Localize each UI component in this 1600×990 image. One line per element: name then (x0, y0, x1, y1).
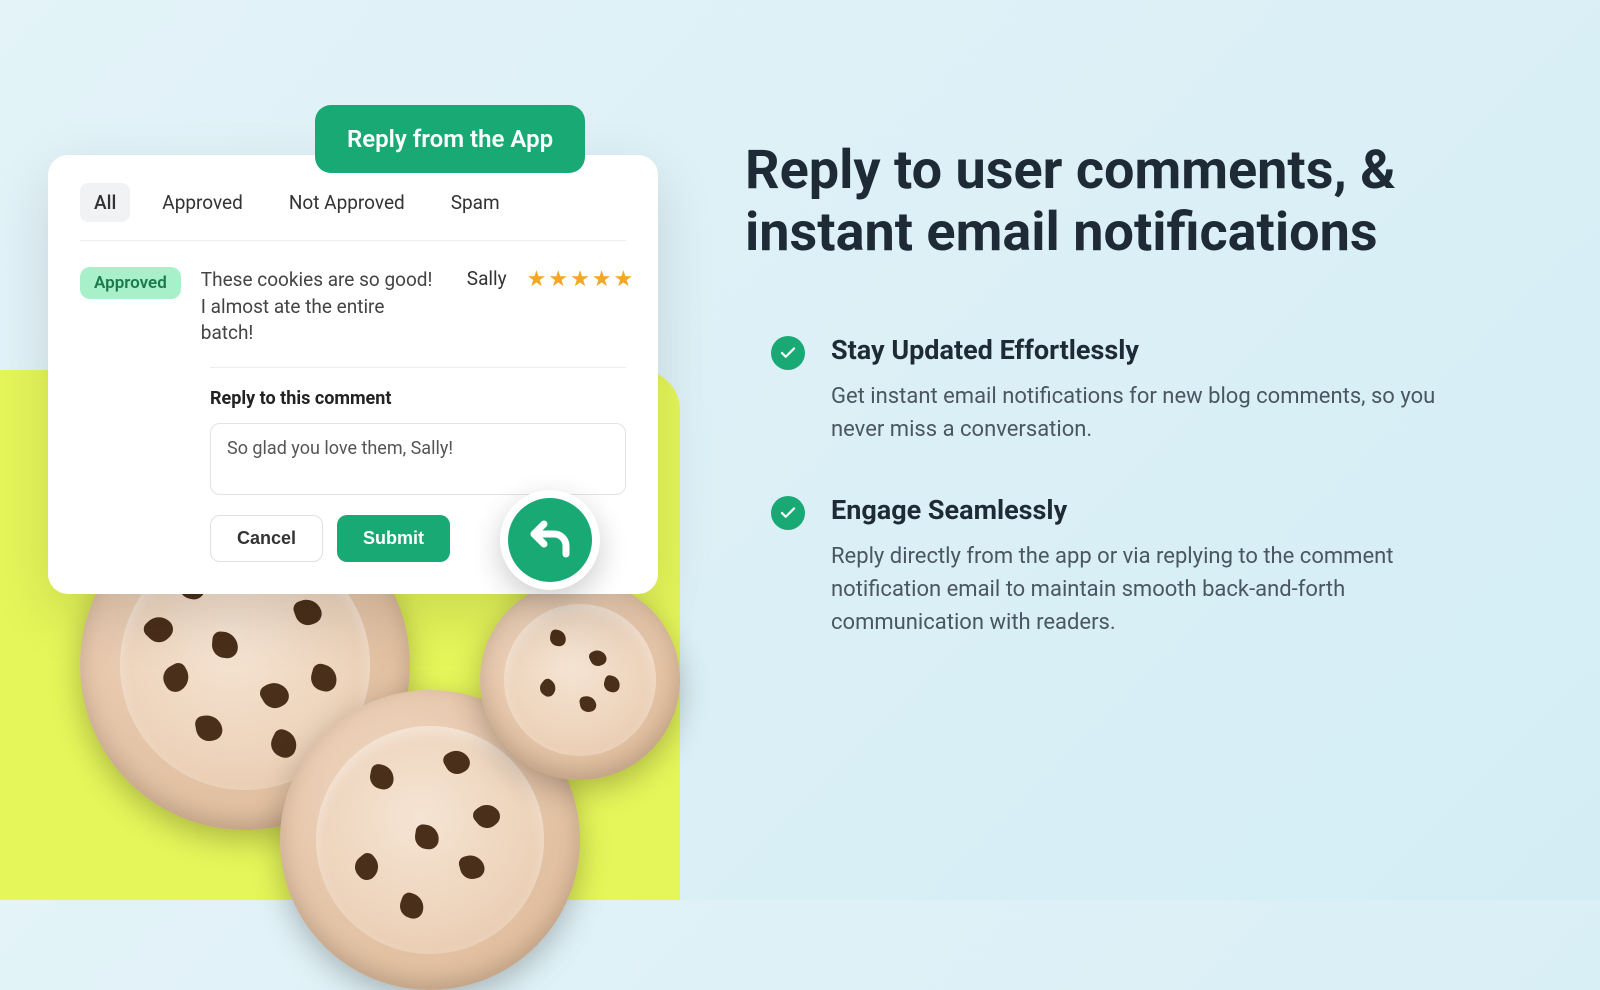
reply-arrow-icon (526, 516, 574, 564)
tab-approved[interactable]: Approved (148, 183, 257, 222)
submit-button[interactable]: Submit (337, 515, 450, 562)
reply-input[interactable] (210, 423, 626, 495)
reply-fab[interactable] (500, 490, 600, 590)
filter-tabs: All Approved Not Approved Spam (80, 183, 626, 241)
cancel-button[interactable]: Cancel (210, 515, 323, 562)
feature-item: Engage Seamlessly Reply directly from th… (745, 494, 1505, 639)
comment-text: These cookies are so good! I almost ate … (201, 267, 441, 347)
feature-desc: Get instant email notifications for new … (831, 380, 1451, 446)
star-rating: ★★★★★ (527, 267, 636, 292)
reply-label: Reply to this comment (210, 388, 626, 409)
feature-desc: Reply directly from the app or via reply… (831, 540, 1451, 639)
reply-from-app-pill: Reply from the App (315, 105, 585, 173)
feature-item: Stay Updated Effortlessly Get instant em… (745, 334, 1505, 446)
check-icon (771, 496, 805, 530)
comment-author: Sally (467, 267, 507, 290)
check-icon (771, 336, 805, 370)
marketing-copy: Reply to user comments, & instant email … (745, 140, 1505, 687)
feature-title: Engage Seamlessly (831, 494, 1451, 526)
feature-title: Stay Updated Effortlessly (831, 334, 1451, 366)
comment-row: Approved These cookies are so good! I al… (80, 241, 626, 347)
tab-spam[interactable]: Spam (437, 183, 514, 222)
tab-not-approved[interactable]: Not Approved (275, 183, 419, 222)
headline: Reply to user comments, & instant email … (745, 140, 1505, 264)
status-badge: Approved (80, 267, 181, 299)
tab-all[interactable]: All (80, 183, 130, 222)
